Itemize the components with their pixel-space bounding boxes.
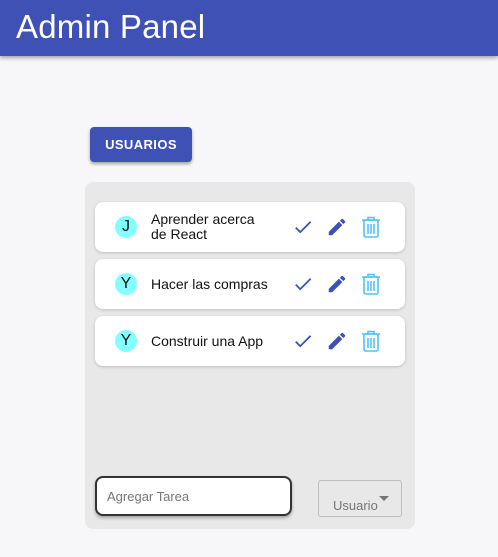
complete-button[interactable] bbox=[291, 272, 315, 296]
avatar: J bbox=[115, 216, 137, 238]
trash-icon bbox=[362, 330, 380, 352]
pencil-icon bbox=[328, 218, 346, 236]
trash-icon bbox=[362, 216, 380, 238]
task-item: Y Hacer las compras bbox=[95, 259, 405, 309]
task-item: Y Construir una App bbox=[95, 316, 405, 366]
pencil-icon bbox=[328, 275, 346, 293]
task-text: Construir una App bbox=[151, 334, 271, 349]
task-text-line: Hacer las compras bbox=[151, 276, 268, 292]
edit-button[interactable] bbox=[325, 215, 349, 239]
new-task-field bbox=[95, 476, 292, 516]
user-select-label: Usuario bbox=[333, 498, 378, 513]
task-text-line: Aprender acerca bbox=[151, 211, 255, 227]
dropdown-arrow-icon bbox=[379, 496, 389, 501]
task-text-line: de React bbox=[151, 226, 208, 242]
app-title: Admin Panel bbox=[16, 8, 206, 45]
user-select[interactable]: Usuario bbox=[318, 480, 402, 517]
complete-button[interactable] bbox=[291, 329, 315, 353]
check-icon bbox=[295, 278, 312, 291]
check-icon bbox=[295, 335, 312, 348]
avatar: Y bbox=[115, 273, 137, 295]
users-button[interactable]: USUARIOS bbox=[90, 127, 192, 162]
delete-button[interactable] bbox=[359, 329, 383, 353]
avatar: Y bbox=[115, 330, 137, 352]
task-text: Aprender acerca de React bbox=[151, 212, 271, 242]
complete-button[interactable] bbox=[291, 215, 315, 239]
check-icon bbox=[295, 221, 312, 234]
edit-button[interactable] bbox=[325, 329, 349, 353]
edit-button[interactable] bbox=[325, 272, 349, 296]
app-bar: Admin Panel bbox=[0, 0, 498, 56]
pencil-icon bbox=[328, 332, 346, 350]
new-task-input[interactable] bbox=[97, 478, 290, 514]
trash-icon bbox=[362, 273, 380, 295]
delete-button[interactable] bbox=[359, 272, 383, 296]
delete-button[interactable] bbox=[359, 215, 383, 239]
task-item: J Aprender acerca de React bbox=[95, 202, 405, 252]
task-text-line: Construir una App bbox=[151, 333, 264, 349]
task-panel: J Aprender acerca de React Y Hacer las c… bbox=[85, 182, 415, 529]
task-text: Hacer las compras bbox=[151, 277, 271, 292]
